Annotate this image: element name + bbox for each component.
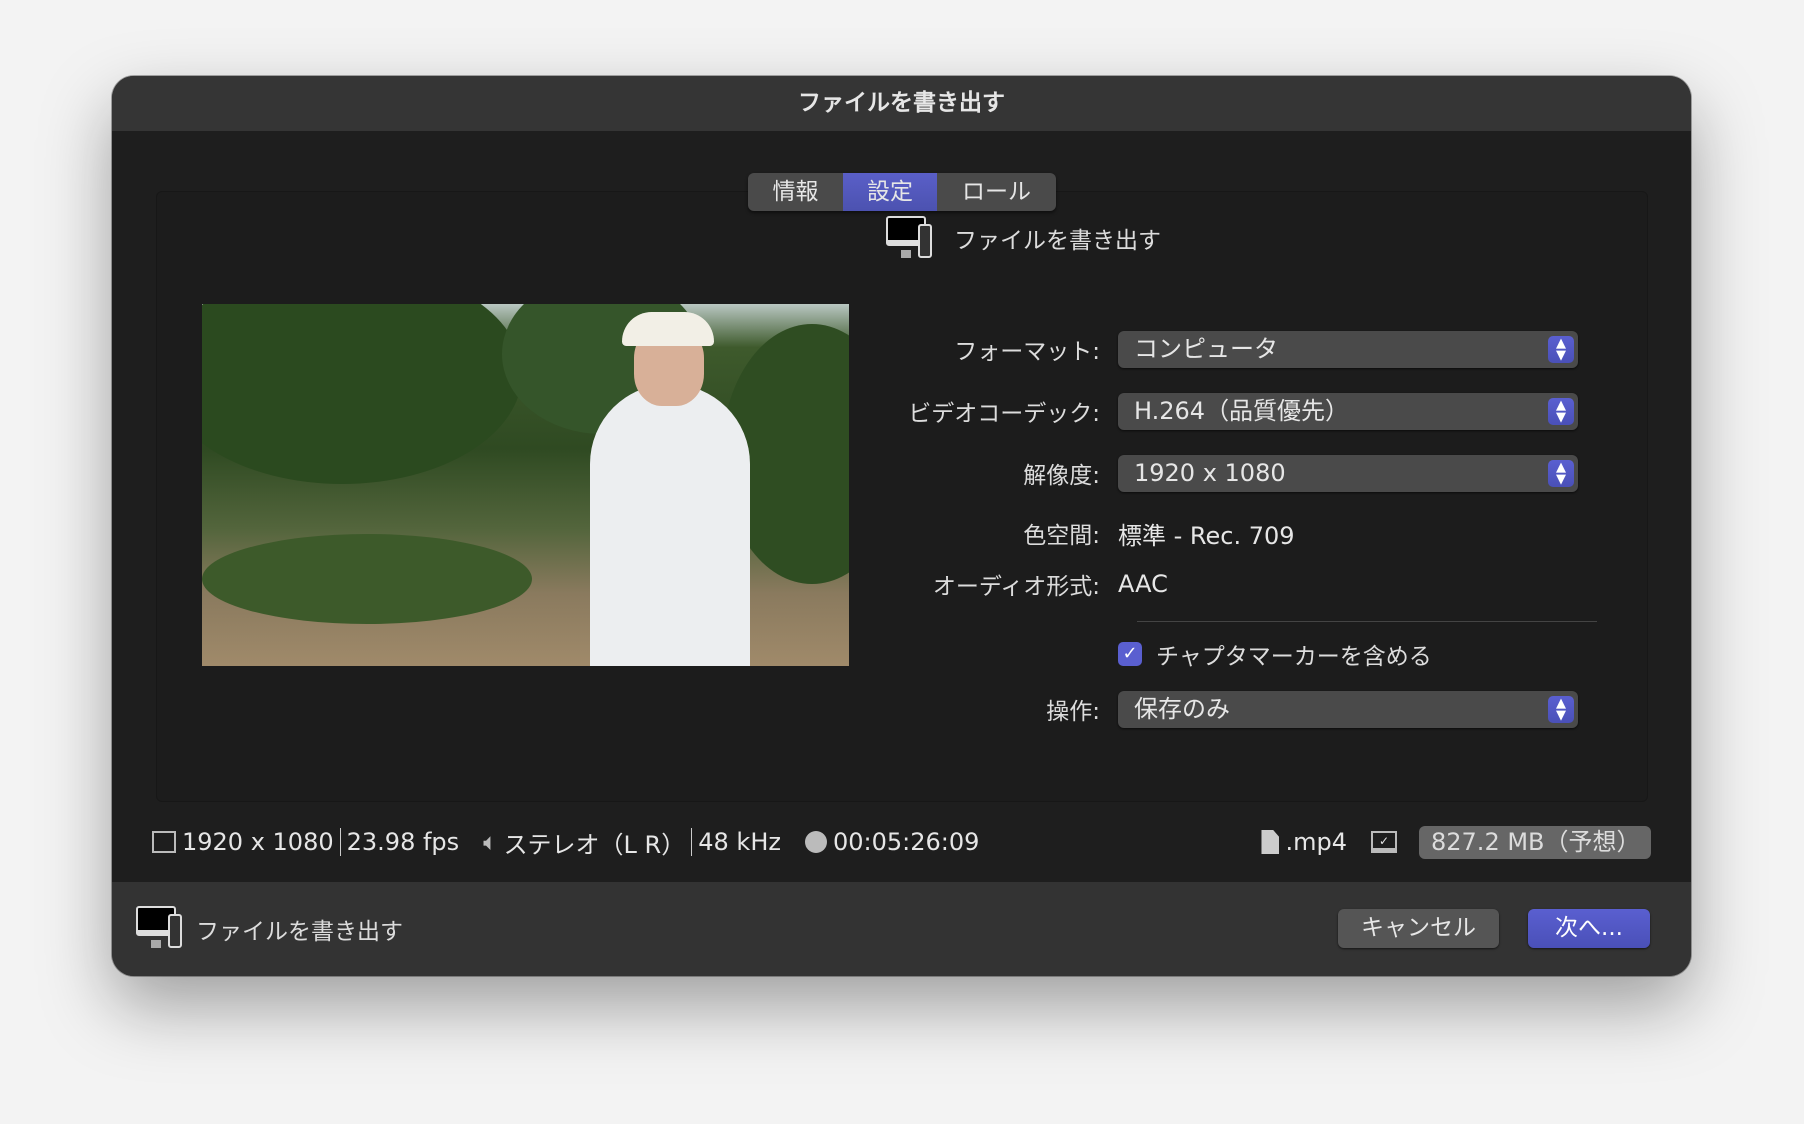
audio-channels-info: ステレオ（L R） — [503, 830, 686, 859]
format-row: フォーマット: コンピュータ ▲ ▼ — [762, 330, 1612, 368]
tab-info[interactable]: 情報 — [748, 173, 843, 211]
chapters-row: ✓ チャプタマーカーを含める — [762, 635, 1612, 673]
codec-label: ビデオコーデック: — [908, 401, 1100, 427]
colorspace-label: 色空間: — [1023, 523, 1100, 549]
dialog-footer: ファイルを書き出す キャンセル 次へ... — [112, 882, 1691, 976]
resolution-label: 解像度: — [1023, 463, 1100, 489]
estimated-size-badge: 827.2 MB（予想） — [1419, 825, 1651, 859]
action-value: 保存のみ — [1134, 694, 1230, 723]
action-row: 操作: 保存のみ ▲ ▼ — [762, 690, 1612, 728]
colorspace-value: 標準 - Rec. 709 — [1118, 521, 1295, 550]
tab-bar: 情報 設定 ロール — [748, 173, 1056, 211]
checkmark-icon: ✓ — [1118, 642, 1142, 666]
file-extension: .mp4 — [1285, 828, 1347, 856]
audio-format-label: オーディオ形式: — [932, 574, 1100, 600]
resolution-info: 1920 x 1080 — [182, 828, 334, 856]
tab-settings[interactable]: 設定 — [843, 173, 937, 211]
format-popup[interactable]: コンピュータ ▲ ▼ — [1118, 330, 1578, 368]
fps-info: 23.98 fps — [346, 828, 460, 856]
footer-destination-title: ファイルを書き出す — [196, 919, 403, 945]
codec-popup[interactable]: H.264（品質優先） ▲ ▼ — [1118, 392, 1578, 430]
clock-icon — [804, 831, 827, 853]
window-title: ファイルを書き出す — [112, 76, 1691, 131]
audio-format-value: AAC — [1118, 570, 1168, 598]
codec-row: ビデオコーデック: H.264（品質優先） ▲ ▼ — [762, 392, 1612, 430]
computer-phone-icon — [886, 216, 936, 260]
resolution-value: 1920 x 1080 — [1134, 458, 1286, 487]
status-bar: 1920 x 1080 23.98 fps 🔈︎ ステレオ（L R） 48 kHz… — [152, 824, 1651, 860]
colorspace-row: 色空間: 標準 - Rec. 709 — [762, 514, 1612, 552]
format-value: コンピュータ — [1134, 334, 1278, 363]
format-label: フォーマット: — [954, 339, 1100, 365]
frame-size-icon — [152, 831, 176, 853]
video-preview-thumbnail — [202, 304, 849, 666]
divider — [1137, 621, 1597, 622]
codec-value: H.264（品質優先） — [1134, 396, 1350, 425]
file-icon — [1261, 830, 1280, 854]
audio-format-row: オーディオ形式: AAC — [762, 565, 1612, 603]
destination-title: ファイルを書き出す — [954, 228, 1161, 254]
computer-check-icon: ✓ — [1371, 831, 1397, 853]
chapter-markers-label: チャプタマーカーを含める — [1156, 644, 1432, 670]
chevron-updown-icon: ▲ ▼ — [1548, 397, 1574, 425]
resolution-popup[interactable]: 1920 x 1080 ▲ ▼ — [1118, 454, 1578, 492]
chevron-updown-icon: ▲ ▼ — [1548, 695, 1574, 723]
chevron-updown-icon: ▲ ▼ — [1548, 459, 1574, 487]
chevron-updown-icon: ▲ ▼ — [1548, 335, 1574, 363]
export-destination-header: ファイルを書き出す — [886, 216, 1161, 260]
action-label: 操作: — [1046, 699, 1100, 725]
next-button[interactable]: 次へ... — [1528, 909, 1650, 948]
computer-phone-icon — [136, 906, 186, 950]
resolution-row: 解像度: 1920 x 1080 ▲ ▼ — [762, 454, 1612, 492]
tab-roles[interactable]: ロール — [937, 173, 1056, 211]
include-chapter-markers-checkbox[interactable]: ✓ チャプタマーカーを含める — [1118, 637, 1432, 671]
speaker-icon: 🔈︎ — [483, 828, 498, 856]
export-file-dialog: ファイルを書き出す 情報 設定 ロール ファイルを書き出す フォーマット: コン… — [112, 76, 1691, 976]
cancel-button[interactable]: キャンセル — [1338, 909, 1499, 948]
sample-rate-info: 48 kHz — [698, 828, 781, 856]
duration-info: 00:05:26:09 — [832, 828, 980, 856]
action-popup[interactable]: 保存のみ ▲ ▼ — [1118, 690, 1578, 728]
